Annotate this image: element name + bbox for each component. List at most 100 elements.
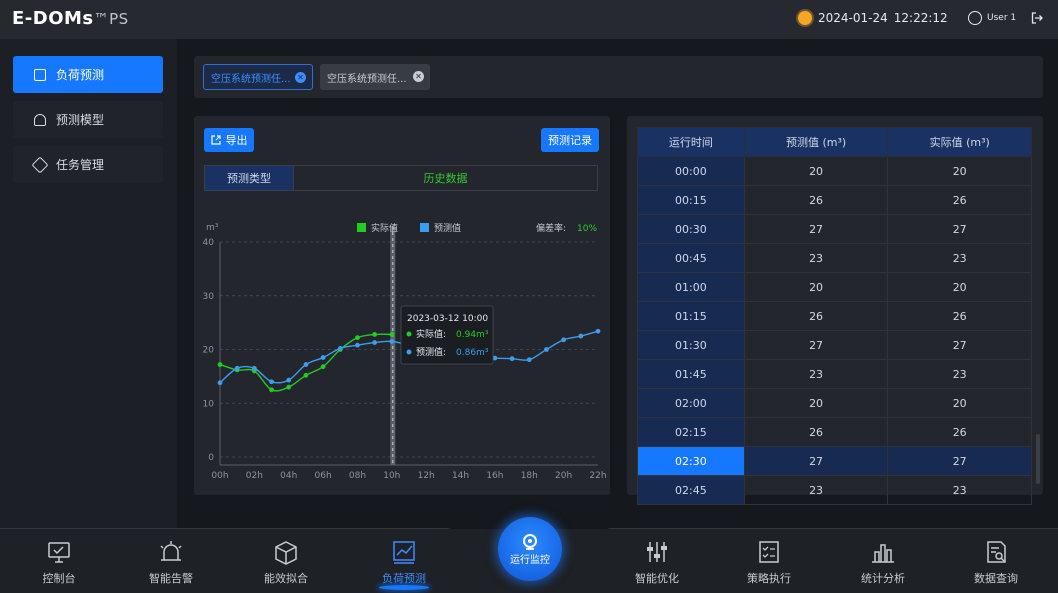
legend-swatch	[420, 223, 429, 232]
data-point	[217, 362, 223, 367]
checklist-icon	[753, 538, 785, 566]
actual-cell: 23	[887, 243, 1032, 273]
date-text: 2024-01-24	[818, 11, 888, 25]
nav-item-cube[interactable]: 能效拟合	[246, 529, 326, 593]
time-cell: 00:30	[637, 214, 745, 244]
tooltip-pred-label: 预测值:	[416, 346, 446, 358]
nav-item-label: 控制台	[42, 572, 76, 585]
predicted-cell: 23	[743, 359, 889, 389]
nav-item-doc-search[interactable]: 数据查询	[956, 529, 1036, 593]
table-row[interactable]: 02:00 20 20	[637, 388, 1032, 418]
table-row[interactable]: 01:45 23 23	[637, 359, 1032, 389]
close-icon[interactable]: ✕	[295, 72, 306, 83]
doc-tab-2[interactable]: 空压系统预测任... ✕	[320, 64, 430, 90]
nav-item-label: 统计分析	[861, 572, 905, 585]
logout-icon[interactable]	[1031, 12, 1043, 24]
nav-item-sliders[interactable]: 智能优化	[617, 529, 697, 593]
column-header: 实际值 (m³)	[887, 127, 1032, 157]
legend-swatch	[357, 223, 366, 232]
table-row[interactable]: 01:15 26 26	[637, 301, 1032, 331]
load-forecast-chart[interactable]: m³ 0 10 20 30 40 00h 02h 04h 06h 08h 10h 12h 14h 16h 18…	[194, 116, 610, 495]
table-row[interactable]: 00:45 23 23	[637, 243, 1032, 273]
actual-cell: 20	[887, 388, 1032, 418]
time-cell: 01:00	[637, 272, 745, 302]
nav-item-label: 智能优化	[635, 572, 679, 585]
legend-label: 预测值	[434, 222, 461, 234]
time-cell: 01:45	[637, 359, 745, 389]
predicted-cell: 27	[743, 446, 889, 476]
table-row[interactable]: 00:15 26 26	[637, 185, 1032, 215]
data-point	[234, 365, 240, 371]
time-text: 12:22:12	[893, 11, 948, 25]
predicted-cell: 26	[743, 185, 889, 215]
y-tick-label: 30	[203, 292, 215, 302]
tooltip-actual-value: 0.94m³	[456, 330, 489, 340]
trend-icon	[388, 538, 420, 566]
time-cell: 02:00	[637, 388, 745, 418]
user-menu[interactable]: User 1	[968, 11, 1016, 25]
tooltip-time: 2023-03-12 10:00	[407, 314, 488, 324]
nav-item-label: 策略执行	[747, 572, 791, 585]
y-tick-label: 0	[208, 453, 214, 463]
table-row[interactable]: 02:15 26 26	[637, 417, 1032, 447]
predicted-cell: 27	[743, 330, 889, 360]
data-point	[544, 347, 549, 352]
column-header: 运行时间	[637, 127, 745, 157]
table-scrollbar[interactable]	[1036, 434, 1040, 484]
nav-item-trend[interactable]: 负荷预测	[364, 529, 444, 593]
x-tick-label: 18h	[521, 471, 538, 481]
data-point	[303, 362, 309, 367]
legend-label: 实际值	[371, 222, 398, 234]
nav-item-monitor[interactable]: 控制台	[19, 529, 99, 593]
close-icon[interactable]: ✕	[413, 71, 424, 82]
data-point	[320, 364, 326, 370]
user-icon	[968, 11, 982, 25]
data-point	[269, 387, 274, 393]
sidebar-item-task-management[interactable]: 任务管理	[13, 146, 163, 183]
time-cell: 01:15	[637, 301, 745, 331]
predicted-cell: 20	[743, 272, 889, 302]
nav-item-alarm[interactable]: 智能告警	[131, 529, 211, 593]
nav-item-checklist[interactable]: 策略执行	[729, 529, 809, 593]
time-cell: 02:30	[637, 446, 745, 476]
nav-item-label: 数据查询	[974, 572, 1018, 585]
x-tick-label: 10h	[383, 471, 400, 481]
hover-band	[390, 226, 396, 465]
sidebar: 负荷预测 预测模型 任务管理	[0, 39, 177, 529]
x-tick-label: 22h	[589, 471, 606, 481]
nav-item-label: 负荷预测	[382, 572, 426, 585]
bar-chart-icon	[867, 538, 899, 566]
actual-cell: 27	[887, 446, 1032, 476]
nav-item-bar-chart[interactable]: 统计分析	[843, 529, 923, 593]
data-point	[561, 337, 567, 343]
predicted-cell: 20	[743, 156, 889, 186]
table-row[interactable]: 02:30 27 27	[637, 446, 1032, 476]
data-point	[217, 380, 223, 386]
app-logo: E-DOMs™PS	[12, 8, 129, 29]
y-tick-label: 10	[203, 399, 215, 409]
predicted-cell: 20	[743, 388, 889, 418]
doc-search-icon	[980, 538, 1012, 566]
x-tick-label: 20h	[555, 471, 572, 481]
tooltip-dot	[406, 331, 412, 337]
table-row[interactable]: 01:30 27 27	[637, 330, 1032, 360]
deviation-value: 10%	[577, 224, 597, 234]
sidebar-item-forecast-model[interactable]: 预测模型	[13, 101, 163, 138]
sidebar-item-load-forecast[interactable]: 负荷预测	[13, 56, 163, 93]
chart-panel: 导出 预测记录 预测类型 历史数据 m³ 0 10 20 30 40 00h 02h 04h 06…	[194, 116, 610, 495]
tooltip-pred-value: 0.86m³	[456, 348, 489, 358]
table-row[interactable]: 00:30 27 27	[637, 214, 1032, 244]
table-row[interactable]: 02:45 23 23	[637, 475, 1032, 505]
doc-tab-1[interactable]: 空压系统预测任... ✕	[203, 64, 313, 90]
deviation-label: 偏差率:	[536, 222, 566, 234]
table-row[interactable]: 00:00 20 20	[637, 156, 1032, 186]
time-cell: 02:45	[637, 475, 745, 505]
data-point	[269, 379, 274, 385]
nav-item-label: 智能告警	[149, 572, 193, 585]
data-point	[526, 357, 532, 363]
table-row[interactable]: 01:00 20 20	[637, 272, 1032, 302]
actual-cell: 27	[887, 214, 1032, 244]
monitor-icon	[43, 538, 75, 566]
doc-tab-label: 空压系统预测任...	[211, 73, 291, 85]
run-monitor-button[interactable]: 运行监控	[498, 517, 562, 581]
